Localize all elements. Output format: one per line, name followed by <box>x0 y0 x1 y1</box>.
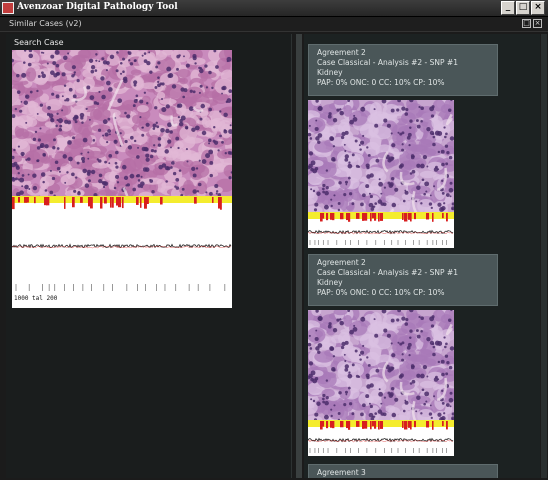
subwindow-close-button[interactable]: × <box>533 19 542 28</box>
search-case-label: Search Case <box>14 38 64 47</box>
case-scores: PAP: 0% ONC: 0 CC: 10% CP: 10% <box>317 288 445 297</box>
track-axis-caption: 1000 tal 200 <box>14 295 58 302</box>
subwindow-bar: Similar Cases (v2) □ × <box>0 17 548 32</box>
case-agreement: Agreement 3 <box>317 468 366 477</box>
search-case-image[interactable] <box>12 50 232 196</box>
case-thumbnail[interactable] <box>308 100 454 212</box>
close-button[interactable]: × <box>531 1 545 15</box>
subwindow-controls: □ × <box>522 19 542 28</box>
title-bar: Avenzoar Digital Pathology Tool _ □ × <box>0 0 548 17</box>
case-scores: PAP: 0% ONC: 0 CC: 10% CP: 10% <box>317 78 445 87</box>
case-card[interactable]: Agreement 2 Case Classical - Analysis #2… <box>308 44 498 96</box>
case-agreement: Agreement 2 <box>317 258 366 267</box>
panel-splitter[interactable] <box>296 34 302 478</box>
case-card[interactable]: Agreement 3 <box>308 464 498 478</box>
case-analysis: Case Classical - Analysis #2 - SNP #1 <box>317 268 458 277</box>
search-case-panel: Search Case 1000 tal 200 <box>6 34 292 478</box>
maximize-button[interactable]: □ <box>516 1 530 15</box>
similar-cases-list[interactable]: Agreement 2 Case Classical - Analysis #2… <box>304 34 540 478</box>
subwindow-title: Similar Cases (v2) <box>9 19 82 28</box>
window-controls: _ □ × <box>501 1 545 15</box>
case-feature-track <box>308 420 454 456</box>
case-organ: Kidney <box>317 278 343 287</box>
case-card[interactable]: Agreement 2 Case Classical - Analysis #2… <box>308 254 498 306</box>
restore-button[interactable]: □ <box>522 19 531 28</box>
case-organ: Kidney <box>317 68 343 77</box>
minimize-button[interactable]: _ <box>501 1 515 15</box>
case-thumbnail[interactable] <box>308 310 454 422</box>
app-title: Avenzoar Digital Pathology Tool <box>17 2 178 12</box>
app-icon <box>2 2 14 14</box>
similar-cases-scrollbar[interactable] <box>541 34 547 478</box>
case-agreement: Agreement 2 <box>317 48 366 57</box>
case-analysis: Case Classical - Analysis #2 - SNP #1 <box>317 58 458 67</box>
search-case-feature-track: 1000 tal 200 <box>12 196 232 308</box>
case-feature-track <box>308 212 454 248</box>
